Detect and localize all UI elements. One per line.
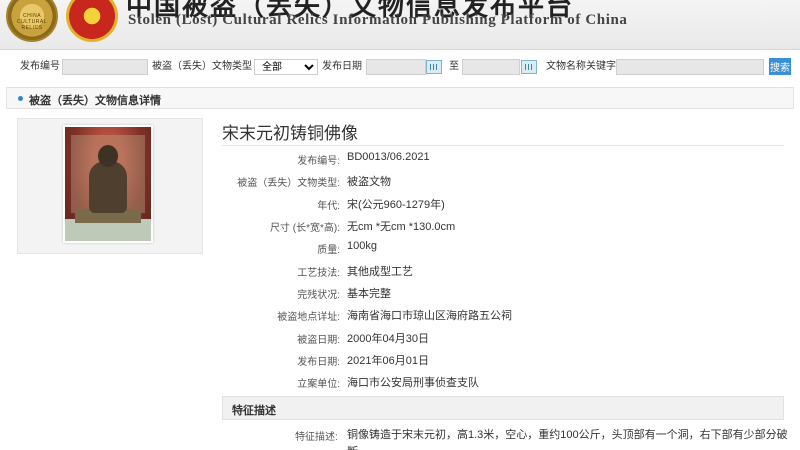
relic-name: 宋末元初铸铜佛像	[222, 124, 358, 144]
field-row: 工艺技法: 其他成型工艺	[297, 266, 413, 279]
date-label: 发布日期	[322, 61, 362, 72]
features-title: 特征描述	[232, 405, 276, 417]
field-row: 尺寸 (长*宽*高): 无cm *无cm *130.0cm	[270, 221, 456, 234]
type-label: 被盗（丢失）文物类型	[152, 61, 252, 72]
police-emblem-icon	[66, 0, 118, 42]
date-end-input[interactable]	[462, 59, 520, 75]
site-header: CHINA CULTURAL RELICS 中国被盗（丢失）文物信息发布平台 S…	[0, 0, 800, 50]
relic-photo[interactable]	[63, 125, 153, 243]
features-row: 特征描述: 铜像铸造于宋末元初，高1.3米，空心，重约100公斤，头顶部有一个洞…	[222, 428, 800, 450]
id-label: 发布编号	[20, 61, 60, 72]
field-row: 年代: 宋(公元960-1279年)	[317, 199, 445, 212]
id-input[interactable]	[62, 59, 148, 75]
site-title-en: Stolen (Lost) Cultural Relics Informatio…	[128, 12, 628, 28]
bullet-dot-icon	[18, 96, 23, 101]
features-text: 铜像铸造于宋末元初，高1.3米，空心，重约100公斤，头顶部有一个洞，右下部有少…	[347, 429, 788, 450]
panel-header: 被盗（丢失）文物信息详情	[6, 87, 794, 109]
field-row: 完残状况: 基本完整	[297, 288, 391, 301]
field-row: 立案单位: 海口市公安局刑事侦查支队	[297, 377, 479, 390]
calendar-icon[interactable]	[426, 60, 442, 74]
field-row: 被盗日期: 2000年04月30日	[297, 333, 429, 346]
features-header: 特征描述	[222, 396, 784, 420]
cultural-relics-logo-icon: CHINA CULTURAL RELICS	[6, 0, 58, 42]
field-row: 质量: 100kg	[317, 240, 377, 256]
field-row: 发布日期: 2021年06月01日	[297, 355, 429, 368]
keyword-input[interactable]	[616, 59, 764, 75]
field-row: 发布编号: BD0013/06.2021	[297, 151, 430, 167]
search-bar: 发布编号 被盗（丢失）文物类型 全部 发布日期 至 文物名称关键字 搜索	[0, 56, 800, 78]
field-row: 被盗（丢失）文物类型: 被盗文物	[237, 176, 391, 189]
type-select[interactable]: 全部	[254, 59, 318, 75]
features-label: 特征描述:	[295, 432, 338, 443]
to-label: 至	[449, 61, 459, 72]
search-button[interactable]: 搜索	[769, 58, 791, 75]
panel-title: 被盗（丢失）文物信息详情	[29, 95, 161, 107]
divider	[222, 145, 784, 146]
date-start-input[interactable]	[366, 59, 426, 75]
calendar-icon[interactable]	[521, 60, 537, 74]
keyword-label: 文物名称关键字	[546, 61, 616, 72]
field-row: 被盗地点详址: 海南省海口市琼山区海府路五公祠	[277, 310, 512, 323]
relic-image-frame	[17, 118, 203, 254]
